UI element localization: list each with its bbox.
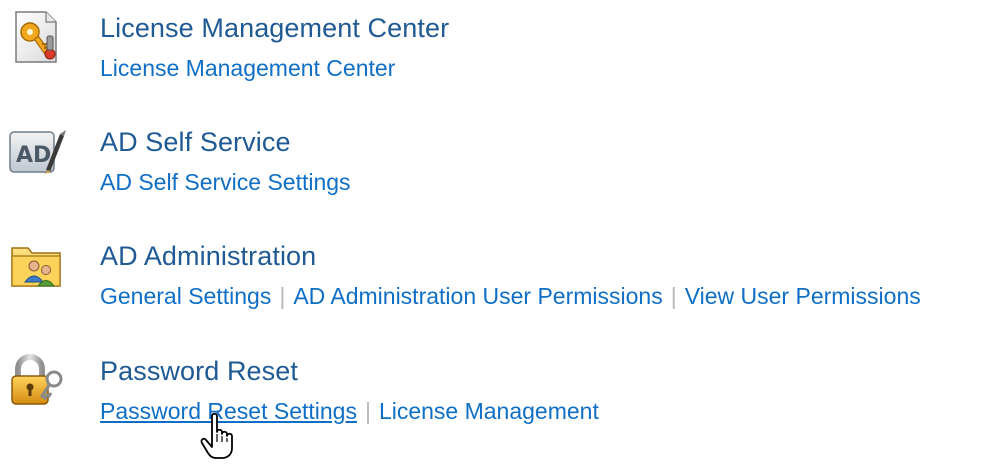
section-title: License Management Center — [100, 13, 450, 43]
section-title: AD Self Service — [100, 127, 291, 157]
license-key-icon — [6, 6, 68, 68]
ad-administration-folder-icon — [6, 234, 68, 296]
section-title: Password Reset — [100, 356, 298, 386]
section-password-reset: Password Reset Password Reset Settings | L… — [0, 343, 1008, 443]
ad-administration-user-permissions-link[interactable]: AD Administration User Permissions — [293, 283, 662, 309]
ad-self-service-icon: AD — [6, 120, 68, 182]
section-links: AD Self Service Settings — [100, 169, 351, 196]
link-separator: | — [279, 283, 286, 309]
padlock-icon — [6, 349, 68, 411]
section-links: Password Reset Settings | License Manageme… — [100, 398, 599, 425]
svg-text:AD: AD — [16, 143, 51, 168]
link-separator: | — [364, 398, 371, 424]
license-management-center-link[interactable]: License Management Center — [100, 55, 395, 81]
section-ad-self-service: AD AD Self Service AD Self Service Setti… — [0, 114, 1008, 214]
section-title: AD Administration — [100, 241, 317, 271]
link-separator: | — [670, 283, 677, 309]
section-license-management-center: License Management Center License Manage… — [0, 0, 1008, 100]
ad-self-service-settings-link[interactable]: AD Self Service Settings — [100, 169, 351, 195]
section-links: General Settings | AD Administration User … — [100, 283, 921, 310]
section-ad-administration: AD Administration General Settings | AD Ad… — [0, 228, 1008, 328]
section-links: License Management Center — [100, 55, 395, 82]
license-management-link[interactable]: License Management — [379, 398, 599, 424]
hand-cursor-icon — [200, 412, 240, 460]
view-user-permissions-link[interactable]: View User Permissions — [685, 283, 921, 309]
general-settings-link[interactable]: General Settings — [100, 283, 271, 309]
